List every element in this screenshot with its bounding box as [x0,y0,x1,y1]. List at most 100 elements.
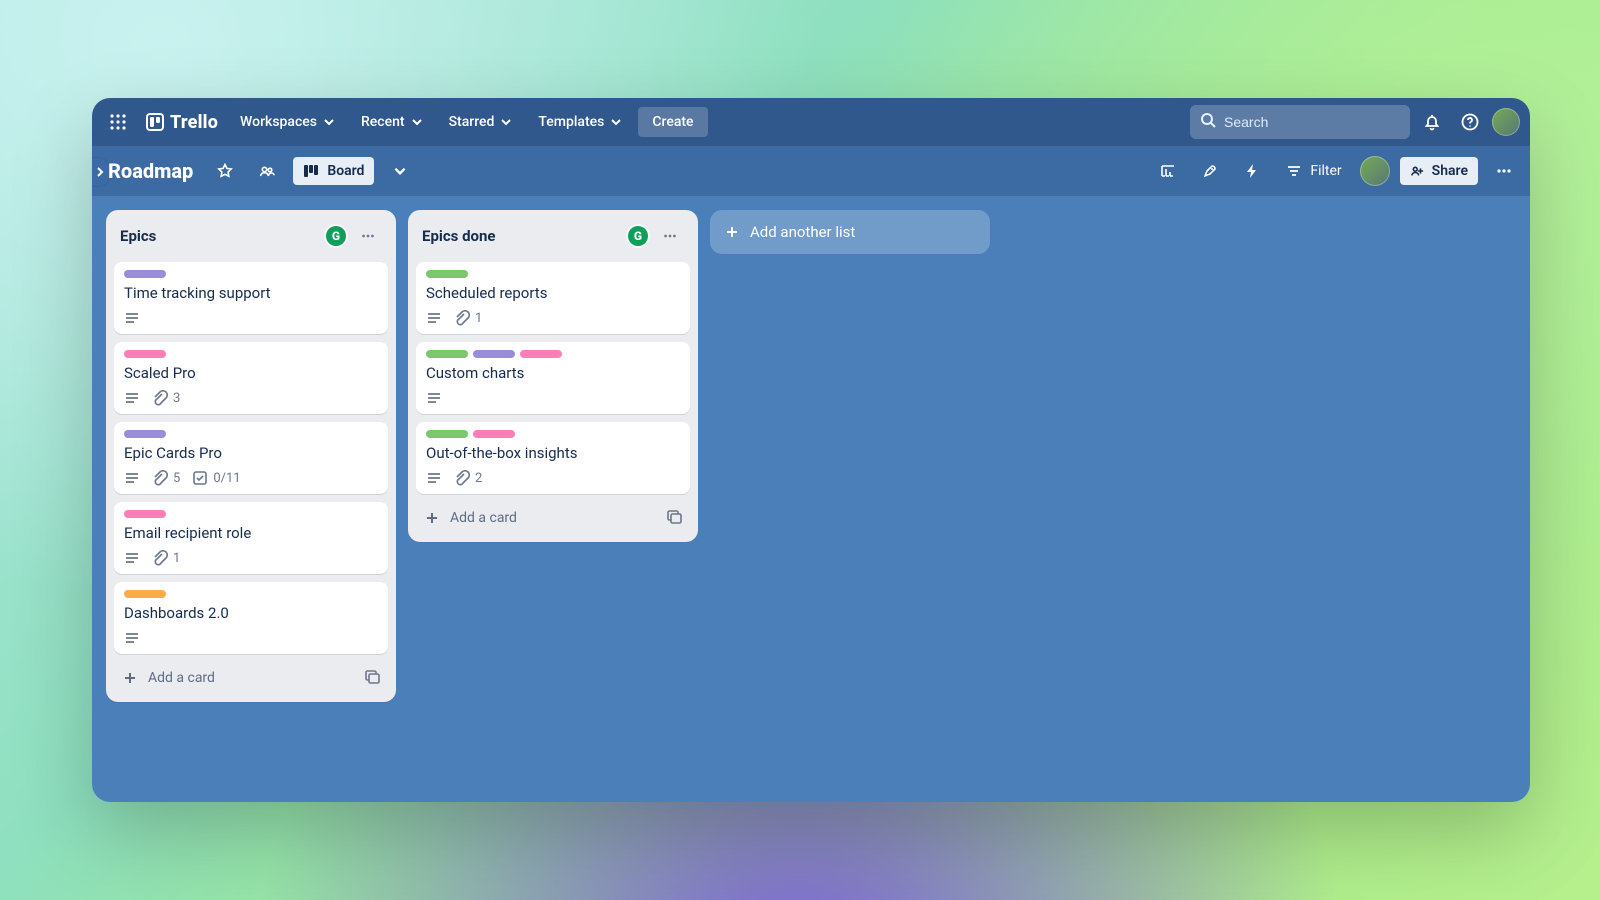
card-badges [124,630,378,646]
card-labels [426,350,680,358]
card-labels [124,350,378,358]
description-icon [124,630,140,646]
label-purple[interactable] [124,430,166,438]
card-title: Dashboards 2.0 [124,604,378,622]
label-pink[interactable] [473,430,515,438]
menu-label: Starred [449,114,495,130]
card[interactable]: Custom charts [416,342,690,414]
label-pink[interactable] [124,350,166,358]
create-button[interactable]: Create [638,107,707,137]
description-icon [426,390,442,406]
add-card-label: Add a card [148,670,215,686]
card-title: Time tracking support [124,284,378,302]
card-labels [124,430,378,438]
automation-icon[interactable] [1236,155,1268,187]
powerup-icon[interactable] [1152,155,1184,187]
board-menu-icon[interactable] [1488,155,1520,187]
list-header: Epics done G [416,220,690,254]
card[interactable]: Dashboards 2.0 [114,582,388,654]
card-badges: 1 [124,550,378,566]
help-icon[interactable] [1454,106,1486,138]
menu-templates[interactable]: Templates [528,108,632,136]
filter-button[interactable]: Filter [1278,157,1349,185]
card-badges [124,310,378,326]
description-icon [124,470,140,486]
card-badges: 3 [124,390,378,406]
menu-recent[interactable]: Recent [351,108,433,136]
label-purple[interactable] [124,270,166,278]
label-purple[interactable] [473,350,515,358]
star-icon[interactable] [209,155,241,187]
card[interactable]: Email recipient role 1 [114,502,388,574]
card[interactable]: Scaled Pro 3 [114,342,388,414]
card[interactable]: Scheduled reports 1 [416,262,690,334]
card[interactable]: Epic Cards Pro 5 0/11 [114,422,388,494]
card-title: Epic Cards Pro [124,444,378,462]
board-view-label: Board [327,163,364,179]
attachments-badge: 1 [152,550,180,566]
list-menu-icon[interactable] [656,222,684,250]
add-card-label: Add a card [450,510,517,526]
list-header: Epics G [114,220,388,254]
search-field[interactable] [1224,114,1405,130]
list-menu-icon[interactable] [354,222,382,250]
label-orange[interactable] [124,590,166,598]
share-button[interactable]: Share [1400,157,1478,185]
add-card-button[interactable]: Add a card [416,502,690,534]
list-title[interactable]: Epics [120,227,318,245]
menu-starred[interactable]: Starred [439,108,523,136]
menu-workspaces[interactable]: Workspaces [230,108,345,136]
label-green[interactable] [426,270,468,278]
chevron-down-icon [610,116,622,128]
card-title: Email recipient role [124,524,378,542]
card-badges [426,390,680,406]
filter-label: Filter [1310,163,1341,179]
description-icon [426,470,442,486]
add-card-button[interactable]: Add a card [114,662,388,694]
list: Epics done G Scheduled reports 1 [408,210,698,542]
card-title: Scheduled reports [426,284,680,302]
board-view-button[interactable]: Board [293,157,374,185]
label-green[interactable] [426,430,468,438]
chevron-down-icon [411,116,423,128]
attachments-badge: 3 [152,390,180,406]
views-dropdown-icon[interactable] [384,155,416,187]
label-pink[interactable] [520,350,562,358]
board-canvas[interactable]: Epics G Time tracking support Scaled Pro [92,196,1530,802]
chevron-down-icon [500,116,512,128]
chevron-down-icon [323,116,335,128]
board-name[interactable]: Roadmap [102,159,199,183]
label-green[interactable] [426,350,468,358]
menu-label: Workspaces [240,114,317,130]
add-list-button[interactable]: Add another list [710,210,990,254]
label-pink[interactable] [124,510,166,518]
notifications-icon[interactable] [1416,106,1448,138]
search-input[interactable] [1190,105,1410,139]
brand-name: Trello [170,112,218,133]
attachments-badge: 5 [152,470,180,486]
expand-sidebar-button[interactable] [92,158,109,186]
account-avatar[interactable] [1492,108,1520,136]
card-badges: 1 [426,310,680,326]
list-title[interactable]: Epics done [422,227,620,245]
card-badges: 2 [426,470,680,486]
description-icon [124,390,140,406]
add-list-label: Add another list [750,223,855,241]
card[interactable]: Time tracking support [114,262,388,334]
attachments-badge: 2 [454,470,482,486]
app-window: Trello Workspaces Recent Starred Templat… [92,98,1530,802]
card-template-icon[interactable] [666,508,682,528]
description-icon [124,550,140,566]
app-launcher-icon[interactable] [102,106,134,138]
member-avatar[interactable] [1360,156,1390,186]
card[interactable]: Out-of-the-box insights 2 [416,422,690,494]
card-template-icon[interactable] [364,668,380,688]
share-label: Share [1432,163,1468,179]
card-labels [426,430,680,438]
workspace-visibility-icon[interactable] [251,155,283,187]
list: Epics G Time tracking support Scaled Pro [106,210,396,702]
brand[interactable]: Trello [140,112,224,133]
menu-label: Recent [361,114,405,130]
card-labels [124,270,378,278]
rocket-icon[interactable] [1194,155,1226,187]
